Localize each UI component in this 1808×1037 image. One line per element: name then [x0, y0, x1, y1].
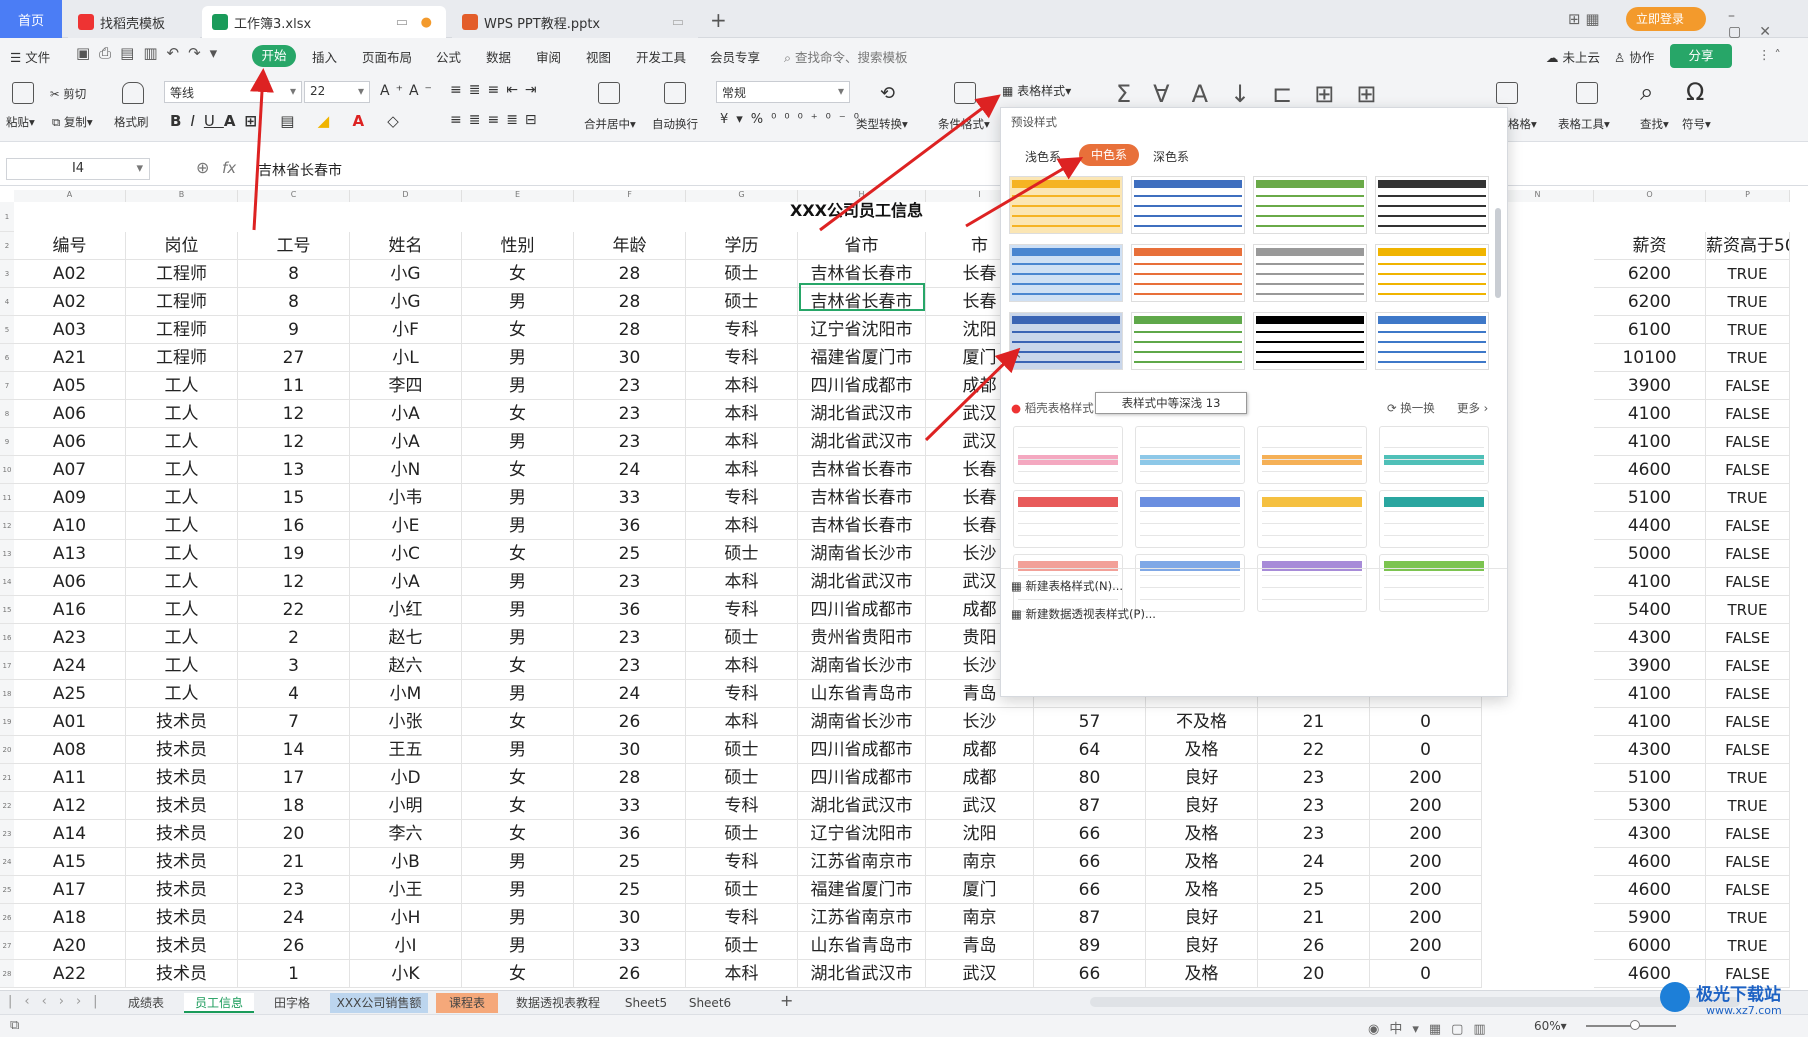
- zoom-level[interactable]: 60%▾: [1534, 1019, 1567, 1033]
- add-sheet-icon[interactable]: +: [780, 991, 793, 1010]
- sheet-tab[interactable]: 数据透视表教程: [506, 993, 610, 1013]
- watermark-logo: 极光下载站 www.xz7.com: [1660, 978, 1804, 1022]
- view-icons[interactable]: ◉中▾▦▢▥: [1368, 1018, 1496, 1037]
- sheet-tab[interactable]: Sheet5: [618, 993, 674, 1013]
- sheet-tab[interactable]: 成绩表: [116, 993, 176, 1013]
- sheet-tab[interactable]: 田字格: [262, 993, 322, 1013]
- arrow-to-swatch: [924, 347, 1021, 442]
- annotation-arrows: [249, 68, 1084, 442]
- watermark-url: www.xz7.com: [1706, 1004, 1782, 1017]
- sheet-tab[interactable]: XXX公司销售额: [330, 993, 428, 1013]
- arrow-to-medium-tab: [965, 156, 1084, 228]
- status-bar: ⧉ ◉中▾▦▢▥ 60%▾: [0, 1014, 1808, 1037]
- macro-icon[interactable]: ⧉: [10, 1018, 19, 1033]
- sheet-tab[interactable]: 员工信息: [184, 993, 254, 1013]
- sheet-nav-icons[interactable]: |‹‹››|: [8, 994, 110, 1009]
- sheet-tab[interactable]: 课程表: [436, 993, 498, 1013]
- watermark-icon: [1660, 982, 1690, 1012]
- zoom-thumb[interactable]: [1630, 1020, 1640, 1030]
- arrow-to-start-tab: [249, 68, 274, 231]
- sheet-tab-bar: |‹‹››| 成绩表 员工信息 田字格 XXX公司销售额 课程表 数据透视表教程 Sheet…: [0, 990, 1808, 1014]
- arrow-to-table-style: [819, 94, 1001, 232]
- horizontal-scrollbar[interactable]: [1090, 997, 1740, 1007]
- sheet-tab[interactable]: Sheet6: [682, 993, 738, 1013]
- zoom-value: 60%: [1534, 1019, 1561, 1033]
- watermark-name: 极光下载站: [1696, 985, 1781, 1005]
